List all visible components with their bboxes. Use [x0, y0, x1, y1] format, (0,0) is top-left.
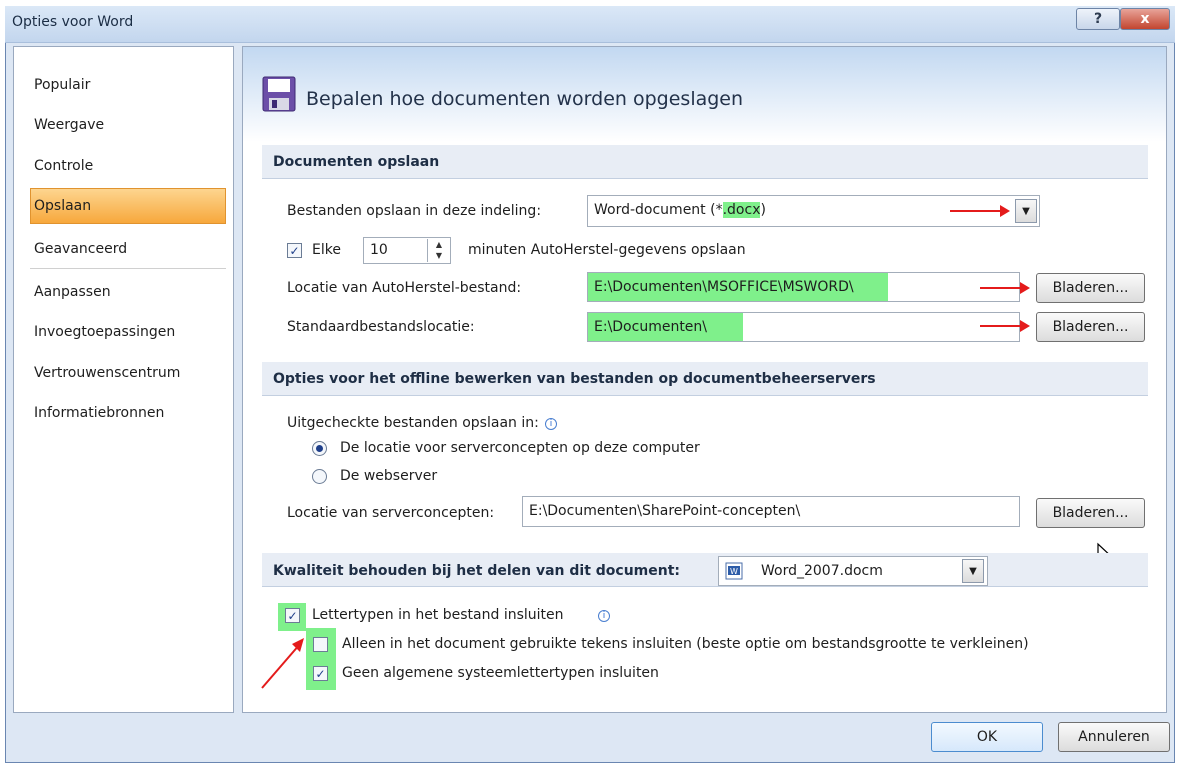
window-title: Opties voor Word [12, 14, 134, 30]
sidebar-item-informatiebronnen[interactable]: Informatiebronnen [34, 405, 164, 421]
stepper-arrows-icon[interactable]: ▲ ▼ [427, 239, 450, 262]
page-title: Bepalen hoe documenten worden opgeslagen [306, 88, 744, 110]
autorecover-location-label: Locatie van AutoHerstel-bestand: [287, 280, 522, 296]
annotation-arrow [261, 638, 304, 689]
browse-autorecover-button[interactable]: Bladeren... [1036, 273, 1145, 303]
word-document-icon: W [725, 562, 743, 580]
section-title-offline: Opties voor het offline bewerken van bes… [273, 371, 876, 387]
annotation-arrow-line [950, 210, 1000, 212]
format-label: Bestanden opslaan in deze indeling: [287, 203, 542, 219]
autorecover-checkbox[interactable]: ✓ [287, 243, 302, 258]
annotation-arrow-head [1020, 320, 1030, 332]
cancel-button[interactable]: Annuleren [1058, 722, 1170, 752]
radio-local-drafts[interactable] [312, 441, 327, 456]
help-button[interactable]: ? [1076, 8, 1120, 30]
only-used-chars-label: Alleen in het document gebruikte tekens … [342, 636, 1029, 652]
ok-button[interactable]: OK [931, 722, 1043, 752]
annotation-arrow-line [980, 287, 1020, 289]
floppy-disk-icon [262, 76, 296, 112]
embed-fonts-label: Lettertypen in het bestand insluiten [312, 607, 564, 623]
annotation-arrow-head [1020, 282, 1030, 294]
section-title-quality: Kwaliteit behouden bij het delen van dit… [273, 563, 681, 579]
info-icon[interactable]: i [598, 610, 610, 622]
browse-server-drafts-button[interactable]: Bladeren... [1036, 498, 1145, 528]
annotation-arrow-head [1000, 205, 1010, 217]
title-bar[interactable] [5, 6, 1175, 43]
no-system-fonts-checkbox[interactable]: ✓ [313, 666, 328, 681]
sidebar-item-controle[interactable]: Controle [34, 158, 93, 174]
radio-webserver[interactable] [312, 469, 327, 484]
autorecover-every-label: Elke [312, 242, 341, 258]
radio-webserver-label: De webserver [340, 468, 438, 484]
annotation-arrow-line [980, 325, 1020, 327]
server-drafts-field[interactable]: E:\Documenten\SharePoint-concepten\ [522, 496, 1020, 527]
format-value: Word-document (*.docx) [594, 202, 766, 218]
sidebar-item-aanpassen[interactable]: Aanpassen [34, 284, 111, 300]
sidebar-item-weergave[interactable]: Weergave [34, 117, 104, 133]
sidebar-item-geavanceerd[interactable]: Geavanceerd [34, 241, 127, 257]
sidebar-item-invoegtoepassingen[interactable]: Invoegtoepassingen [34, 324, 175, 340]
close-button[interactable]: x [1120, 8, 1170, 30]
radio-local-label: De locatie voor serverconcepten op deze … [340, 440, 700, 456]
chevron-down-icon[interactable]: ▼ [1015, 199, 1037, 223]
sidebar-divider [30, 268, 226, 269]
embed-fonts-checkbox[interactable]: ✓ [285, 608, 300, 623]
autorecover-location-field[interactable]: E:\Documenten\MSOFFICE\MSWORD\ [587, 272, 1020, 302]
no-system-fonts-label: Geen algemene systeemlettertypen insluit… [342, 665, 659, 681]
sidebar-item-vertrouwenscentrum[interactable]: Vertrouwenscentrum [34, 365, 180, 381]
server-drafts-label: Locatie van serverconcepten: [287, 505, 495, 521]
chevron-down-icon[interactable]: ▼ [962, 559, 984, 583]
quality-document-select[interactable]: W Word_2007.docm [718, 556, 988, 586]
sidebar-item-opslaan[interactable]: Opslaan [34, 198, 91, 214]
browse-default-button[interactable]: Bladeren... [1036, 312, 1145, 342]
section-title-save: Documenten opslaan [273, 154, 440, 170]
only-used-chars-checkbox[interactable] [313, 637, 328, 652]
autorecover-suffix: minuten AutoHerstel-gegevens opslaan [468, 242, 746, 258]
sidebar-item-populair[interactable]: Populair [34, 77, 90, 93]
svg-text:W: W [730, 567, 738, 576]
default-location-field[interactable]: E:\Documenten\ [587, 312, 1020, 342]
checked-out-label: Uitgecheckte bestanden opslaan in: [287, 415, 539, 431]
info-icon[interactable]: i [545, 418, 557, 430]
default-location-label: Standaardbestandslocatie: [287, 319, 475, 335]
